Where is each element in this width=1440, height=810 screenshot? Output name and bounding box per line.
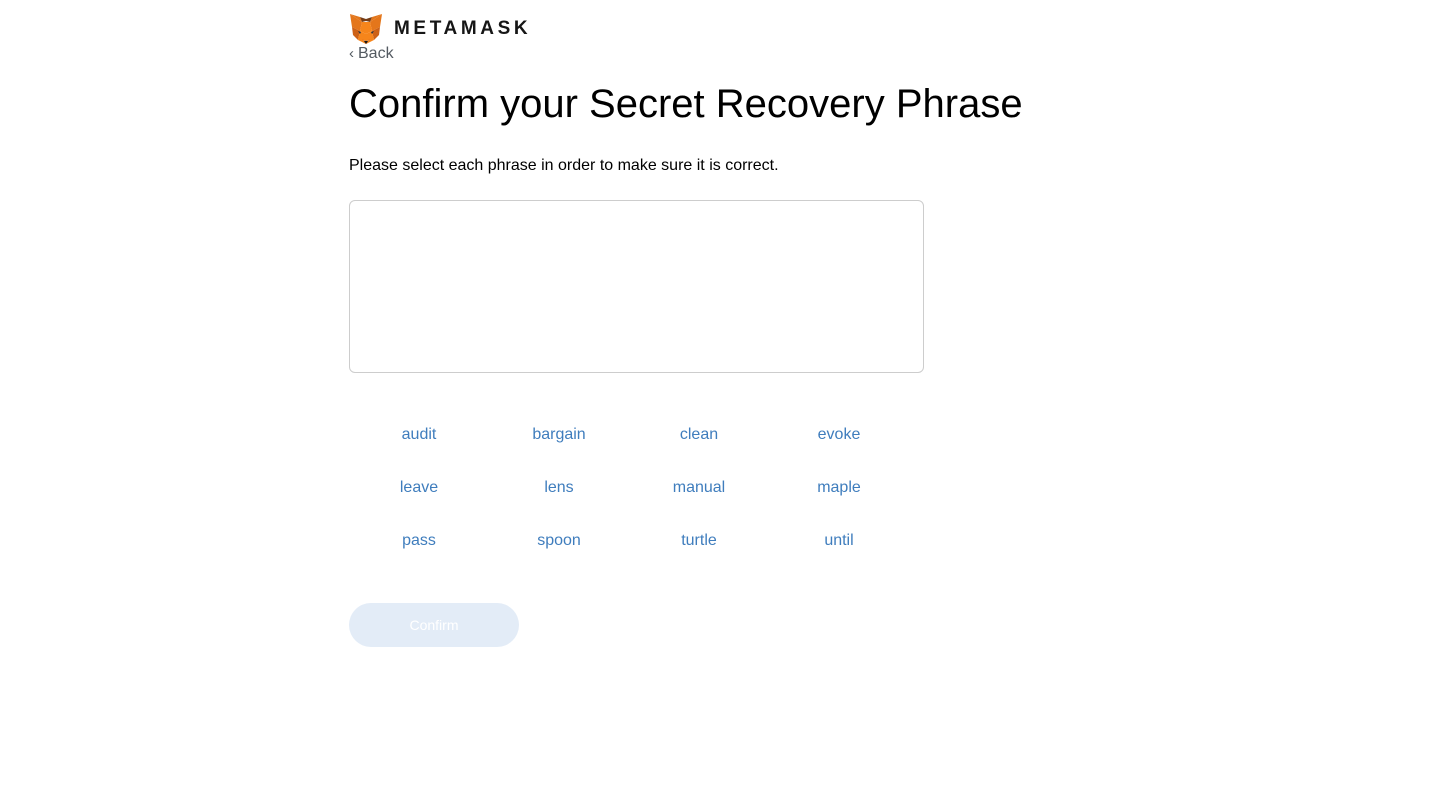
brand-logo: METAMASK — [349, 13, 531, 45]
word-option[interactable]: leave — [349, 470, 489, 523]
word-option[interactable]: evoke — [769, 417, 909, 470]
confirm-phrase-page: METAMASK ‹ Back Confirm your Secret Reco… — [0, 0, 1440, 810]
back-link[interactable]: ‹ Back — [349, 44, 394, 64]
word-option[interactable]: spoon — [489, 523, 629, 576]
chevron-left-icon: ‹ — [349, 45, 354, 62]
confirm-button[interactable]: Confirm — [349, 603, 519, 647]
word-option[interactable]: maple — [769, 470, 909, 523]
page-title: Confirm your Secret Recovery Phrase — [349, 82, 1023, 126]
word-options-grid: audit bargain clean evoke leave lens man… — [349, 417, 909, 576]
metamask-fox-icon — [350, 14, 382, 44]
word-option[interactable]: manual — [629, 470, 769, 523]
word-option[interactable]: audit — [349, 417, 489, 470]
brand-wordmark: METAMASK — [394, 18, 532, 39]
word-option[interactable]: bargain — [489, 417, 629, 470]
word-option[interactable]: clean — [629, 417, 769, 470]
word-option[interactable]: lens — [489, 470, 629, 523]
selected-phrase-dropzone[interactable] — [349, 200, 924, 373]
word-option[interactable]: turtle — [629, 523, 769, 576]
page-subtitle: Please select each phrase in order to ma… — [349, 157, 779, 174]
word-option[interactable]: pass — [349, 523, 489, 576]
word-option[interactable]: until — [769, 523, 909, 576]
back-label: Back — [358, 45, 394, 62]
